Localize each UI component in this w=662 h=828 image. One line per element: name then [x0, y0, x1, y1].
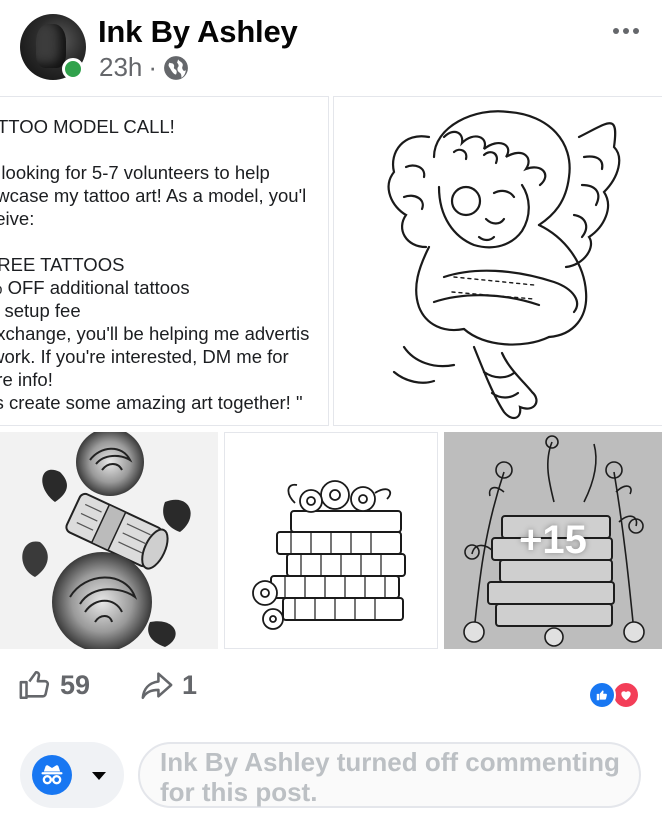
chevron-down-icon — [92, 772, 106, 780]
share-arrow-icon — [141, 672, 173, 700]
globe-icon[interactable] — [163, 55, 189, 81]
post-actions-bar: 59 1 — [0, 660, 662, 716]
more-photos-tile[interactable]: +15 — [444, 432, 662, 649]
meta-separator: · — [148, 52, 158, 82]
like-count: 59 — [60, 669, 91, 700]
more-dots-icon — [613, 28, 619, 34]
post-header: Ink By Ashley 23h · — [0, 0, 662, 92]
flower-books-image[interactable] — [224, 432, 438, 649]
post-text-image[interactable]: ATTOO MODEL CALL! n looking for 5-7 volu… — [0, 96, 329, 426]
cherub-illustration — [387, 110, 621, 420]
rose-money-illustration — [22, 432, 191, 649]
cherub-image[interactable] — [333, 96, 662, 426]
comment-disabled-text: Ink By Ashley turned off commenting for … — [160, 747, 620, 807]
post-meta: 23h · — [99, 52, 189, 83]
thumbs-up-icon — [19, 670, 50, 700]
reactions-summary[interactable] — [588, 681, 644, 711]
anonymous-avatar-icon — [32, 755, 72, 795]
rose-money-image[interactable] — [0, 432, 218, 649]
avatar-figure — [36, 24, 66, 68]
page-name[interactable]: Ink By Ashley — [98, 14, 298, 50]
more-options-button[interactable] — [606, 18, 646, 44]
identity-switcher[interactable] — [20, 742, 124, 808]
like-reaction-icon — [588, 681, 616, 709]
share-button[interactable]: 1 — [140, 668, 197, 702]
online-status-dot — [62, 58, 84, 80]
comment-disabled-box: Ink By Ashley turned off commenting for … — [138, 742, 641, 808]
model-call-text: ATTOO MODEL CALL! n looking for 5-7 volu… — [0, 116, 310, 413]
more-photos-count: +15 — [519, 518, 587, 562]
love-reaction-icon — [612, 681, 640, 709]
share-count: 1 — [182, 669, 198, 700]
comment-row: Ink By Ashley turned off commenting for … — [0, 740, 662, 812]
flower-books-illustration — [252, 480, 406, 630]
like-button[interactable]: 59 — [18, 668, 90, 702]
post-time[interactable]: 23h — [99, 52, 142, 83]
